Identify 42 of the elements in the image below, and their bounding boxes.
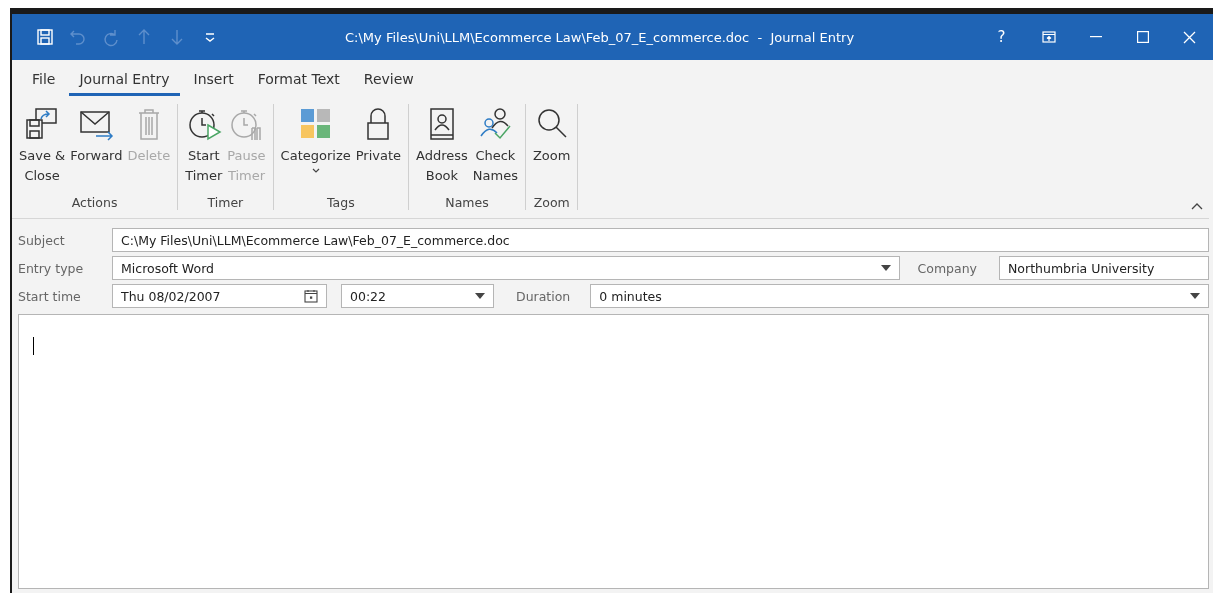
save-icon[interactable]	[35, 27, 55, 47]
ribbon-button[interactable]: Start Timer	[183, 104, 225, 195]
field-label: Start time	[18, 288, 82, 304]
ribbon-tab[interactable]: Format Text	[247, 68, 350, 96]
ribbon-button[interactable]: Private	[353, 104, 404, 195]
time-dropdown[interactable]: 00:22	[341, 284, 494, 308]
duration-dropdown[interactable]: 0 minutes	[590, 284, 1209, 308]
ribbon-tab[interactable]: Review	[353, 68, 424, 96]
ribbon-tab[interactable]: Journal Entry	[69, 68, 180, 96]
people-check-icon	[477, 106, 514, 142]
ribbon-button[interactable]: Zoom	[530, 104, 573, 195]
company-field[interactable]: Northumbria University	[999, 256, 1209, 280]
close-icon	[1183, 30, 1196, 44]
maximize-icon	[1136, 31, 1149, 43]
ribbon-button[interactable]: Forward	[68, 104, 125, 195]
subject-field[interactable]: C:\My Files\Uni\LLM\Ecommerce Law\Feb_07_E_commerce.doc	[112, 228, 1209, 252]
entry-type-dropdown[interactable]: Microsoft Word	[112, 256, 900, 280]
date-field[interactable]: Thu 08/02/2007	[112, 284, 327, 308]
group-label: Names	[445, 195, 489, 210]
group-label: Actions	[71, 195, 118, 210]
field-label: Duration	[515, 288, 572, 304]
ribbon-button[interactable]: Save & Close	[17, 104, 68, 195]
dropdown-arrow-icon	[475, 293, 485, 299]
window-title: C:\My Files\Uni\LLM\Ecommerce Law\Feb_07_E_commerce.doc - Journal Entry	[345, 29, 856, 45]
field-label: Company	[916, 260, 978, 276]
collapse-ribbon-icon[interactable]	[1191, 202, 1203, 210]
field-label: Entry type	[18, 260, 85, 276]
minimize-icon	[1089, 36, 1102, 38]
ribbon-display-icon	[1041, 31, 1056, 43]
ribbon-tab[interactable]: Insert	[183, 68, 244, 96]
calendar-icon[interactable]	[304, 289, 318, 303]
help-button[interactable]: ?	[978, 14, 1025, 60]
ribbon-tab[interactable]: File	[22, 68, 66, 96]
field-label: Subject	[18, 232, 66, 248]
ribbon-button[interactable]: Address Book	[414, 104, 470, 195]
group-label: Zoom	[533, 195, 570, 210]
dropdown-arrow-icon	[880, 265, 891, 271]
group-label: Timer	[207, 195, 244, 210]
group-label: Tags	[326, 195, 355, 210]
ribbon-button[interactable]: Categorize	[278, 104, 353, 195]
ribbon-button[interactable]: Check Names	[470, 104, 520, 195]
dropdown-arrow-icon	[1190, 293, 1200, 299]
